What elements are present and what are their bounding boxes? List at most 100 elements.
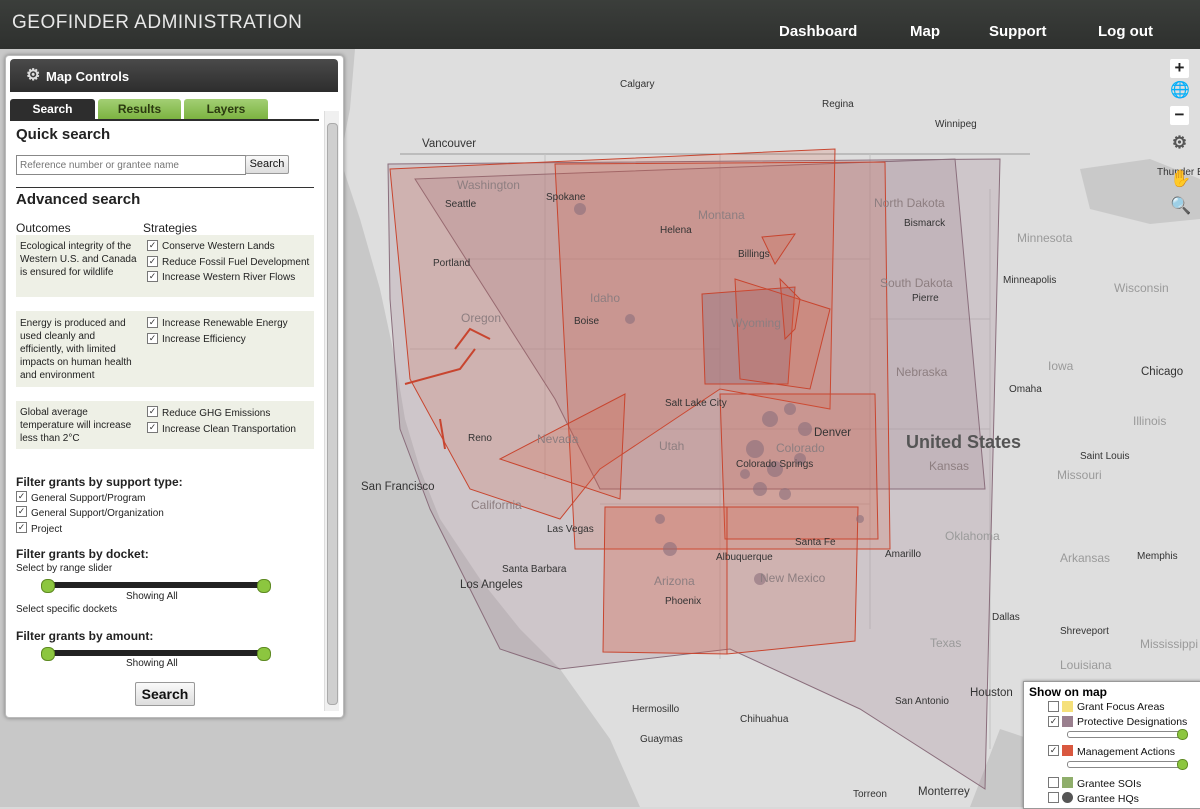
nav-support[interactable]: Support [989,23,1047,40]
quick-search-input[interactable] [16,155,246,175]
state-label: Wisconsin [1114,281,1169,295]
city-label: Phoenix [665,596,702,607]
city-label: Monterrey [918,786,970,798]
management-opacity-handle[interactable] [1177,759,1188,770]
legend-label: Grant Focus Areas [1077,701,1165,713]
quick-search-button[interactable]: Search [245,155,289,174]
legend-checkbox-protective-designations[interactable]: ✓ [1048,716,1059,727]
tab-results[interactable]: Results [98,99,181,119]
docket-sub: Select by range slider [16,563,113,574]
amount-range-slider[interactable] [46,650,264,656]
zoom-in-button[interactable]: + [1170,59,1189,78]
pan-hand-icon[interactable]: ✋ [1170,170,1191,189]
strategy-label: Increase Western River Flows [162,272,296,283]
nav-dashboard[interactable]: Dashboard [779,23,857,40]
amount-slider-min-handle[interactable] [41,647,55,661]
zoom-out-button[interactable]: − [1170,106,1189,125]
city-label: Winnipeg [935,119,977,130]
nav-map[interactable]: Map [910,23,940,40]
management-opacity-slider[interactable] [1067,761,1185,768]
city-label: Shreveport [1060,626,1109,637]
advanced-search-button[interactable]: Search [135,682,195,706]
globe-icon[interactable]: 🌐 [1170,82,1190,101]
strategies-label: Strategies [143,221,198,235]
legend-label: Grantee HQs [1077,793,1139,805]
legend-checkbox-grantee-sois[interactable] [1048,777,1059,788]
state-label: Utah [659,439,685,453]
state-label: North Dakota [874,196,945,210]
tab-layers[interactable]: Layers [184,99,268,119]
strategy-label: Conserve Western Lands [162,241,275,252]
city-label: Guaymas [640,734,683,745]
state-label: California [471,498,522,512]
support-checkbox[interactable]: ✓ [16,491,27,502]
city-label: Spokane [546,192,586,203]
strategy-checkbox[interactable]: ✓ [147,271,158,282]
outcomes-label: Outcomes [16,221,71,235]
panel-scrollbar[interactable] [324,111,339,711]
legend-checkbox-grant-focus-areas[interactable] [1048,701,1059,712]
state-label: South Dakota [880,276,953,290]
amount-slider-max-handle[interactable] [257,647,271,661]
map-legend: Show on map Grant Focus Areas ✓ Protecti… [1023,681,1200,809]
zoom-box-icon[interactable]: 🔍 [1170,197,1191,216]
state-label: Minnesota [1017,231,1073,245]
city-label: Saint Louis [1080,451,1130,462]
legend-checkbox-management-actions[interactable]: ✓ [1048,745,1059,756]
support-checkbox[interactable]: ✓ [16,522,27,533]
legend-swatch [1062,716,1073,727]
city-label: San Antonio [895,696,949,707]
panel-title: Map Controls [46,69,130,84]
state-label: Kansas [929,459,970,473]
select-specific-dockets-link[interactable]: Select specific dockets [16,604,117,615]
docket-slider-min-handle[interactable] [41,579,55,593]
docket-slider-max-handle[interactable] [257,579,271,593]
docket-showing: Showing All [126,591,178,602]
strategy-label: Reduce GHG Emissions [162,408,271,419]
advanced-search-heading: Advanced search [16,191,141,208]
top-bar: GEOFINDER ADMINISTRATION Dashboard Map S… [0,0,1200,49]
legend-swatch [1062,701,1073,712]
state-label: Texas [930,636,962,650]
city-label: Portland [433,258,471,269]
city-label: Las Vegas [547,524,594,535]
legend-checkbox-grantee-hqs[interactable] [1048,792,1059,803]
scrollbar-thumb[interactable] [327,123,338,705]
state-label: Oklahoma [945,529,1000,543]
support-checkbox[interactable]: ✓ [16,506,27,517]
state-label: Wyoming [731,316,781,330]
tab-search[interactable]: Search [10,99,95,119]
strategy-checkbox[interactable]: ✓ [147,240,158,251]
strategy-checkbox[interactable]: ✓ [147,422,158,433]
strategy-checkbox[interactable]: ✓ [147,333,158,344]
gear-icon: ⚙ [26,67,41,84]
state-label: Oregon [461,311,502,325]
city-label: Salt Lake City [665,398,727,409]
strategy-label: Increase Efficiency [162,334,246,345]
settings-gear-icon[interactable]: ⚙ [1170,134,1189,153]
amount-heading: Filter grants by amount: [16,629,154,643]
city-label: Pierre [912,293,939,304]
city-label: Dallas [992,612,1020,623]
strategy-checkbox[interactable]: ✓ [147,256,158,267]
city-label: Billings [738,249,770,260]
support-label: General Support/Program [31,493,146,504]
state-label: Montana [698,208,745,222]
nav-log-out[interactable]: Log out [1098,23,1153,40]
state-label: Colorado [776,441,825,455]
legend-swatch [1062,777,1073,788]
city-label: Minneapolis [1003,275,1057,286]
support-label: General Support/Organization [31,508,164,519]
city-label: Denver [814,427,852,439]
strategy-checkbox[interactable]: ✓ [147,317,158,328]
strategy-checkbox[interactable]: ✓ [147,406,158,417]
strategy-label: Increase Renewable Energy [162,318,288,329]
outcome-text: Ecological integrity of the Western U.S.… [20,241,137,278]
state-label: Nebraska [896,365,948,379]
state-label: Idaho [590,291,621,305]
protective-opacity-slider[interactable] [1067,731,1185,738]
city-label: Amarillo [885,549,922,560]
protective-opacity-handle[interactable] [1177,729,1188,740]
city-label: Houston [970,687,1013,699]
docket-range-slider[interactable] [46,582,264,588]
